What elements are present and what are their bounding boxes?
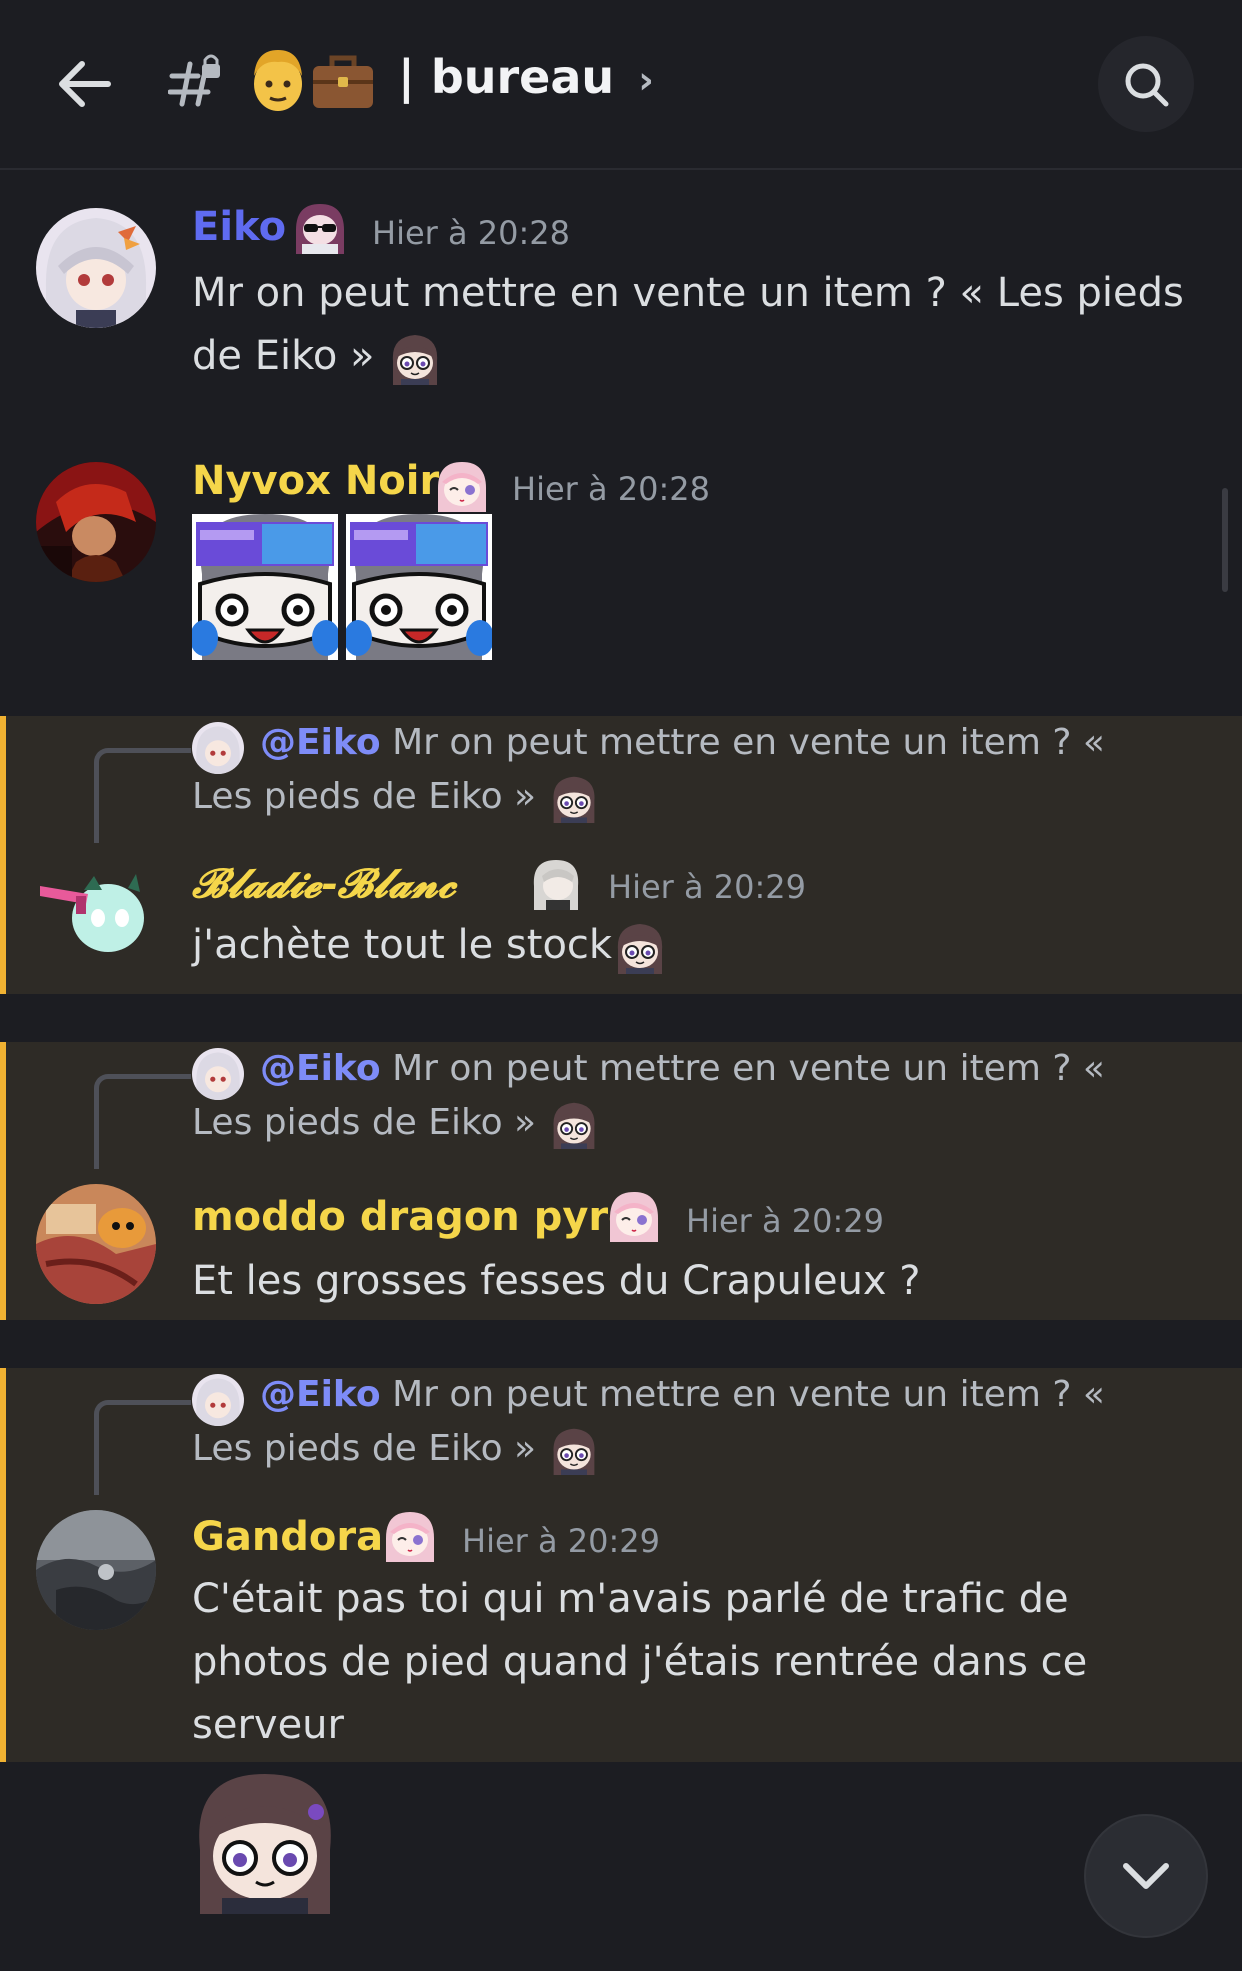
role-badge-icon: [434, 458, 490, 512]
chibi-emoji-icon: [547, 773, 600, 823]
role-badge-icon: [382, 1508, 438, 1562]
author-name[interactable]: Nyvox Noir: [192, 458, 439, 504]
timestamp: Hier à 20:29: [462, 1522, 660, 1560]
reply-connector: [94, 748, 191, 843]
message-content: C'était pas toi qui m'avais parlé de tra…: [192, 1568, 1202, 1757]
message-content: Et les grosses fesses du Crapuleux ?: [192, 1250, 1202, 1313]
message-mentioned: @Eiko Mr on peut mettre en vente un item…: [0, 716, 1242, 994]
timestamp: Hier à 20:28: [512, 470, 710, 508]
message: Nyvox Noir Hier à 20:28: [0, 452, 1242, 662]
message-text: C'était pas toi qui m'avais parlé de tra…: [192, 1576, 1088, 1748]
mention-highlight-bar: [0, 716, 6, 994]
reply-preview[interactable]: @Eiko Mr on peut mettre en vente un item…: [192, 1368, 1172, 1476]
chibi-sticker[interactable]: [192, 1770, 338, 1914]
mention-highlight-bar: [0, 1042, 6, 1320]
mention-highlight-bar: [0, 1368, 6, 1762]
briefcase-emoji: [310, 52, 376, 112]
channel-header: | bureau ›: [0, 0, 1242, 170]
reply-connector: [94, 1400, 191, 1495]
channel-title[interactable]: | bureau ›: [398, 50, 654, 104]
reply-mention[interactable]: @Eiko: [260, 1374, 381, 1415]
channel-name: | bureau: [398, 50, 615, 104]
back-button[interactable]: [52, 52, 116, 116]
author-name[interactable]: Eiko: [192, 204, 286, 250]
author-name[interactable]: moddo dragon pyro: [192, 1194, 636, 1240]
message-text: Mr on peut mettre en vente un item ? « L…: [192, 270, 1184, 379]
chibi-emoji-icon: [387, 331, 444, 385]
reply-preview[interactable]: @Eiko Mr on peut mettre en vente un item…: [192, 716, 1172, 824]
message: Eiko Hier à 20:28 Mr on peut mettre en v…: [0, 196, 1242, 406]
avatar[interactable]: [36, 1184, 156, 1304]
role-badge-icon: [292, 200, 348, 254]
message-mentioned: @Eiko Mr on peut mettre en vente un item…: [0, 1368, 1242, 1762]
reply-mention[interactable]: @Eiko: [260, 1048, 381, 1089]
message-mentioned: @Eiko Mr on peut mettre en vente un item…: [0, 1042, 1242, 1320]
chibi-emoji-icon: [547, 1099, 600, 1149]
message-text: Et les grosses fesses du Crapuleux ?: [192, 1258, 921, 1304]
locked-hash-icon: [167, 50, 224, 110]
chevron-down-icon: [1123, 1863, 1169, 1889]
jump-to-present-button[interactable]: [1086, 1816, 1206, 1936]
avatar[interactable]: [36, 208, 156, 328]
vr-goggles-face-emote[interactable]: [192, 514, 338, 660]
search-icon: [1125, 63, 1169, 107]
chevron-right-icon: ›: [638, 58, 654, 102]
role-badge-icon: [606, 1188, 662, 1242]
chibi-emoji-icon: [547, 1425, 600, 1475]
message-text: j'achète tout le stock: [192, 922, 613, 968]
message-content: j'achète tout le stock: [192, 914, 1202, 977]
reply-mention[interactable]: @Eiko: [260, 722, 381, 763]
arrow-left-icon: [59, 61, 111, 107]
vr-goggles-face-emote[interactable]: [346, 514, 492, 660]
avatar[interactable]: [36, 1510, 156, 1630]
man-face-emoji: [250, 46, 306, 114]
reply-connector: [94, 1074, 191, 1169]
chibi-emoji-icon: [612, 920, 669, 974]
author-name[interactable]: Gandora: [192, 1514, 383, 1560]
timestamp: Hier à 20:29: [608, 868, 806, 906]
author-name[interactable]: 𝓑𝓵𝓪𝓭𝓲𝓮-𝓑𝓵𝓪𝓷𝓬: [192, 860, 456, 907]
timestamp: Hier à 20:29: [686, 1202, 884, 1240]
role-badge-icon: [528, 856, 584, 910]
reply-preview[interactable]: @Eiko Mr on peut mettre en vente un item…: [192, 1042, 1172, 1150]
timestamp: Hier à 20:28: [372, 214, 570, 252]
avatar[interactable]: [36, 846, 156, 966]
search-button[interactable]: [1098, 36, 1194, 132]
message-content: Mr on peut mettre en vente un item ? « L…: [192, 262, 1202, 388]
avatar[interactable]: [36, 462, 156, 582]
